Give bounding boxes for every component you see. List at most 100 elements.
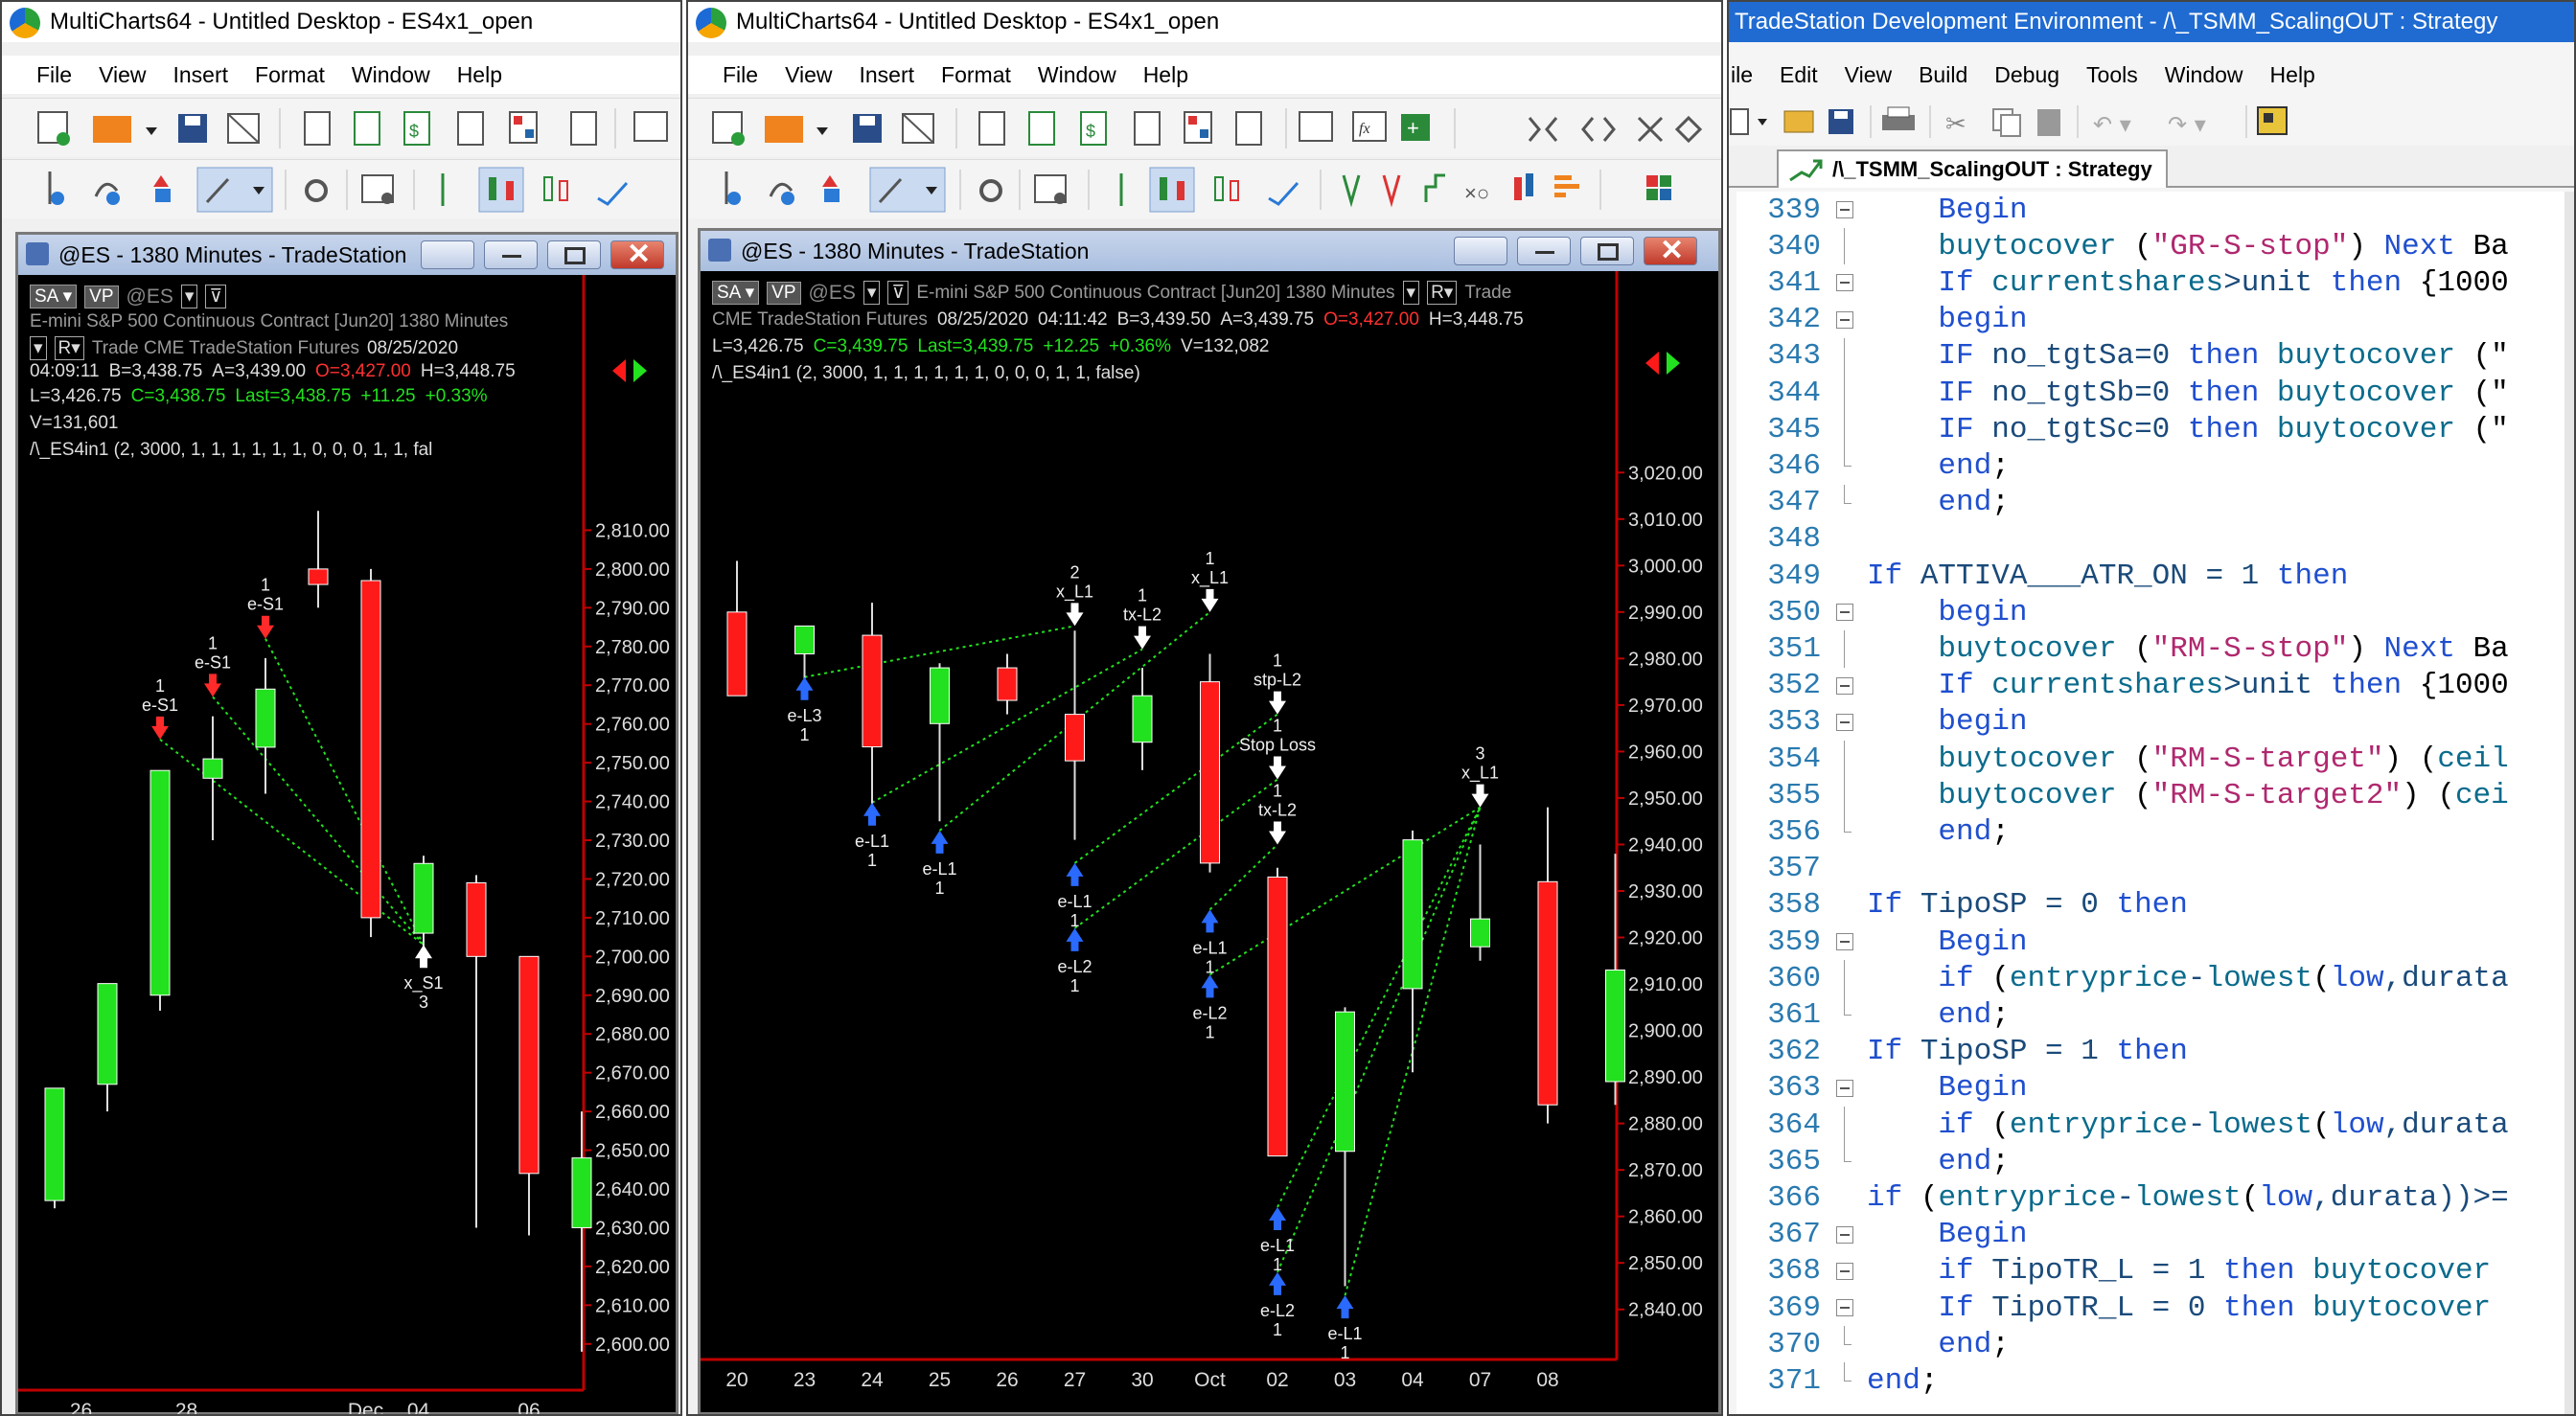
- hollow-candle-icon[interactable]: [543, 176, 568, 201]
- doc-icon-4[interactable]: [1235, 111, 1262, 146]
- fold-toggle-icon[interactable]: [1828, 1253, 1867, 1290]
- zoom-in-icon[interactable]: [1528, 117, 1558, 142]
- menu-edit[interactable]: Edit: [1766, 62, 1831, 88]
- code-line[interactable]: 355 buytocover ("RM-S-target2") (cei: [1736, 777, 2574, 814]
- code-line[interactable]: 366 if (entryprice - lowest(low ,durata))>=: [1736, 1179, 2574, 1216]
- gear-icon[interactable]: [979, 179, 1002, 202]
- save-icon[interactable]: [1828, 109, 1853, 134]
- open-folder-icon[interactable]: [93, 116, 157, 143]
- grid-icon[interactable]: [1184, 111, 1212, 144]
- code-line[interactable]: 357: [1736, 851, 2574, 887]
- hollow-candle-icon[interactable]: [1214, 176, 1239, 201]
- cut-icon[interactable]: ✂: [1945, 110, 1966, 139]
- fold-toggle-icon[interactable]: [1828, 1070, 1867, 1107]
- add-indicator-icon[interactable]: [724, 171, 741, 205]
- code-line[interactable]: 368 if TipoTR_L = 1 then buytocover: [1736, 1253, 2574, 1290]
- gear-icon[interactable]: [305, 179, 328, 202]
- fold-toggle-icon[interactable]: [1828, 924, 1867, 960]
- middle-toolbar-1-icons[interactable]: $ fx +: [688, 99, 1723, 158]
- point-figure-icon[interactable]: [1342, 174, 1361, 208]
- menu-view[interactable]: View: [85, 62, 159, 88]
- code-line[interactable]: 352 If currentshares >unit then {1000: [1736, 668, 2574, 704]
- code-line[interactable]: 358 If TipoSP = 0 then: [1736, 887, 2574, 924]
- fold-toggle-icon[interactable]: [1828, 668, 1867, 704]
- close-chart-icon[interactable]: [902, 113, 934, 144]
- left-toolbar-2-icons[interactable]: [2, 160, 682, 219]
- restore-chart-button[interactable]: [421, 240, 474, 269]
- code-line[interactable]: 341 If currentshares >unit then {1000: [1736, 264, 2574, 301]
- renko-icon[interactable]: [1424, 173, 1445, 202]
- restore-chart-button[interactable]: [1454, 237, 1507, 265]
- code-line[interactable]: 351 buytocover ("RM-S-stop") Next Ba: [1736, 630, 2574, 668]
- menu-file[interactable]: ile: [1729, 62, 1766, 88]
- left-price-chart[interactable]: 2,600.00 2,610.00 2,620.00 2,630.00 2,640.00…: [18, 275, 676, 1415]
- code-line[interactable]: 367 Begin: [1736, 1217, 2574, 1253]
- code-editor[interactable]: 339 Begin 340 buytocover ("GR-S-stop") Ne…: [1736, 192, 2574, 1414]
- line-chart-icon[interactable]: [1268, 181, 1300, 206]
- code-line[interactable]: 339 Begin: [1736, 192, 2574, 228]
- fold-toggle-icon[interactable]: [1828, 1290, 1867, 1326]
- save-icon[interactable]: [178, 114, 207, 143]
- menu-file[interactable]: File: [23, 62, 85, 88]
- code-line[interactable]: 344 IF no_tgtSb=0 then buytocover (": [1736, 375, 2574, 412]
- doc-icon-1[interactable]: [304, 111, 331, 146]
- print-icon[interactable]: [1882, 106, 1915, 130]
- doc-icon-4[interactable]: [570, 111, 597, 146]
- code-line[interactable]: 353 begin: [1736, 704, 2574, 741]
- code-line[interactable]: 370 end;: [1736, 1326, 2574, 1362]
- menu-insert[interactable]: Insert: [846, 62, 929, 88]
- code-line[interactable]: 365 end;: [1736, 1143, 2574, 1179]
- fold-toggle-icon[interactable]: [1828, 1217, 1867, 1253]
- left-chart-titlebar[interactable]: @ES - 1380 Minutes - TradeStation ✕: [18, 235, 676, 275]
- undo-icon[interactable]: ↶ ▾: [2093, 111, 2131, 138]
- menu-window[interactable]: Window: [1024, 62, 1130, 88]
- kagi-icon[interactable]: [1382, 174, 1401, 208]
- middle-toolbar-2-icons[interactable]: ×○: [688, 160, 1723, 219]
- save-icon[interactable]: [853, 114, 882, 143]
- copy-icon[interactable]: [1992, 108, 2021, 137]
- format-settings-icon[interactable]: [1034, 174, 1067, 204]
- left-window-titlebar[interactable]: MultiCharts64 - Untitled Desktop - ES4x1…: [2, 2, 680, 42]
- close-chart-icon[interactable]: [227, 113, 260, 144]
- verify-icon[interactable]: [2257, 106, 2288, 135]
- strategy-tab[interactable]: /\_TSMM_ScalingOUT : Strategy: [1777, 149, 2168, 188]
- menu-file[interactable]: File: [709, 62, 771, 88]
- close-chart-button[interactable]: ✕: [1644, 235, 1697, 266]
- open-folder-icon[interactable]: [765, 116, 828, 143]
- fold-toggle-icon[interactable]: [1828, 594, 1867, 630]
- menu-format[interactable]: Format: [242, 62, 338, 88]
- code-line[interactable]: 354 buytocover ("RM-S-target") (ceil: [1736, 741, 2574, 778]
- strategy-arrows-icon[interactable]: [822, 175, 840, 202]
- code-line[interactable]: 359 Begin: [1736, 924, 2574, 960]
- code-line[interactable]: 349 If ATTIVA___ATR_ON = 1 then: [1736, 558, 2574, 594]
- code-line[interactable]: 347 end;: [1736, 484, 2574, 521]
- code-line[interactable]: 361 end;: [1736, 996, 2574, 1033]
- minimize-chart-button[interactable]: [484, 240, 538, 269]
- new-file-icon[interactable]: [1730, 108, 1767, 135]
- doc-icon-2[interactable]: [1028, 111, 1055, 146]
- menu-build[interactable]: Build: [1905, 62, 1981, 88]
- dev-window-titlebar[interactable]: TradeStation Development Environment - /…: [1729, 2, 2574, 42]
- drawing-pen-icon[interactable]: [196, 167, 273, 213]
- open-folder-icon[interactable]: [1783, 110, 1814, 133]
- range-bar-icon[interactable]: [1514, 173, 1533, 200]
- drawing-pen-icon[interactable]: [869, 167, 946, 213]
- candlestick-icon[interactable]: [1149, 167, 1195, 213]
- menu-insert[interactable]: Insert: [160, 62, 242, 88]
- code-line[interactable]: 350 begin: [1736, 594, 2574, 630]
- menu-window[interactable]: Window: [338, 62, 444, 88]
- strategy-arrows-icon[interactable]: [153, 175, 171, 202]
- fold-toggle-icon[interactable]: [1828, 192, 1867, 228]
- add-study-icon[interactable]: +: [1401, 114, 1430, 141]
- code-line[interactable]: 346 end;: [1736, 447, 2574, 484]
- menu-view[interactable]: View: [771, 62, 845, 88]
- candlestick-icon[interactable]: [478, 167, 524, 213]
- code-line[interactable]: 348: [1736, 521, 2574, 558]
- code-line[interactable]: 345 IF no_tgtSc=0 then buytocover (": [1736, 411, 2574, 448]
- grid-icon[interactable]: [509, 111, 538, 144]
- code-line[interactable]: 342 begin: [1736, 302, 2574, 338]
- menu-help[interactable]: Help: [1130, 62, 1202, 88]
- menu-help[interactable]: Help: [2257, 62, 2329, 88]
- diamond-icon[interactable]: [1674, 115, 1703, 144]
- code-line[interactable]: 364 if (entryprice - lowest(low ,durata: [1736, 1107, 2574, 1144]
